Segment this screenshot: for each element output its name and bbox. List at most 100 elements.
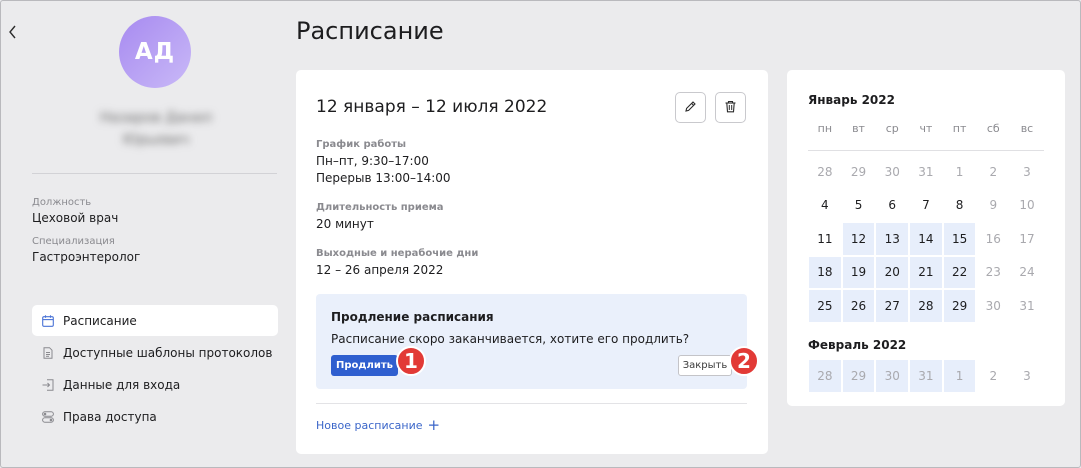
extend-button[interactable]: Продлить	[331, 355, 398, 376]
sidebar-item-access-rights[interactable]: Права доступа	[32, 401, 278, 432]
calendar-day[interactable]: 31	[1010, 289, 1044, 323]
calendar-day[interactable]: 10	[1010, 189, 1044, 223]
days-off-value: 12 – 26 апреля 2022	[316, 263, 444, 277]
calendar-day[interactable]: 11	[808, 222, 842, 256]
login-icon	[42, 378, 54, 391]
weekday-divider	[808, 150, 1044, 151]
specialization-label: Специализация	[32, 236, 115, 247]
new-schedule-link[interactable]: Новое расписание +	[316, 416, 441, 434]
calendar-day[interactable]: 18	[809, 256, 841, 288]
calendar-day[interactable]: 12	[842, 223, 875, 255]
schedule-card: 12 января – 12 июля 2022 График работы П…	[296, 70, 768, 454]
weekday-label: вт	[852, 122, 865, 135]
calendar-day[interactable]: 2	[976, 359, 1010, 393]
page-title: Расписание	[296, 17, 444, 45]
calendar-icon	[42, 314, 54, 327]
calendar-day[interactable]: 13	[876, 223, 909, 255]
calendar-day[interactable]: 28	[808, 155, 842, 189]
extension-notice: Продление расписания Расписание скоро за…	[316, 294, 747, 389]
chevron-left-icon[interactable]	[8, 25, 22, 43]
break-value: Перерыв 13:00–14:00	[316, 171, 451, 185]
sidebar-item-login-data[interactable]: Данные для входа	[32, 369, 278, 400]
calendar-card: Январь 2022 пн вт ср чт пт сб вс 28 29 30 3…	[787, 70, 1065, 406]
app-window: АД Назаров Данил Юрьевич Должность Цехов…	[0, 0, 1081, 468]
calendar-day[interactable]: 21	[910, 256, 942, 288]
sidebar-item-templates[interactable]: Доступные шаблоны протоколов	[32, 337, 278, 368]
calendar-day[interactable]: 28	[809, 360, 841, 392]
sidebar-item-label: Права доступа	[63, 409, 157, 424]
calendar-day[interactable]: 7	[909, 189, 943, 223]
calendar-day[interactable]: 26	[842, 290, 875, 322]
duration-label: Длительность приема	[316, 202, 444, 213]
calendar-day[interactable]: 3	[1010, 155, 1044, 189]
sidebar-item-label: Данные для входа	[63, 377, 181, 392]
calendar-day[interactable]: 28	[910, 290, 942, 322]
notice-text: Расписание скоро заканчивается, хотите е…	[331, 332, 690, 346]
calendar-day[interactable]: 29	[943, 290, 976, 322]
calendar-day[interactable]: 30	[876, 360, 909, 392]
trash-icon	[724, 98, 737, 117]
avatar: АД	[119, 16, 191, 88]
calendar-day[interactable]: 31	[910, 360, 942, 392]
calendar-day[interactable]: 22	[943, 256, 976, 288]
calendar-day[interactable]: 16	[976, 222, 1010, 256]
sidebar-item-schedule[interactable]: Расписание	[32, 305, 278, 336]
weekday-label: ср	[885, 122, 899, 135]
calendar-day[interactable]: 5	[842, 189, 876, 223]
user-name: Назаров Данил Юрьевич	[61, 107, 251, 151]
calendar-day[interactable]: 20	[876, 256, 909, 288]
calendar-grid-january: 28 29 30 31 1 2 3 4 5 6 7 8 9 10 11 12 13 14 15 16 17 18 19 20 2…	[808, 155, 1044, 323]
edit-button[interactable]	[675, 92, 706, 123]
calendar-day[interactable]: 3	[1010, 359, 1044, 393]
calendar-day[interactable]: 29	[842, 360, 875, 392]
user-name-line: Назаров Данил	[100, 110, 212, 126]
calendar-day[interactable]: 17	[1010, 222, 1044, 256]
calendar-day[interactable]: 25	[809, 290, 841, 322]
calendar-day[interactable]: 8	[943, 189, 977, 223]
calendar-day[interactable]: 14	[910, 223, 942, 255]
new-schedule-label: Новое расписание	[316, 419, 423, 432]
calendar-day[interactable]: 27	[876, 290, 909, 322]
calendar-day[interactable]: 30	[875, 155, 909, 189]
calendar-grid-february: 28 29 30 31 1 2 3	[808, 359, 1044, 393]
month-title-february: Февраль 2022	[808, 338, 907, 352]
weekday-header: пн вт ср чт пт сб вс	[808, 122, 1044, 135]
callout-marker-1: 1	[396, 346, 426, 376]
schedule-period: 12 января – 12 июля 2022	[316, 97, 548, 117]
calendar-day[interactable]: 2	[976, 155, 1010, 189]
notice-title: Продление расписания	[331, 310, 494, 324]
calendar-day[interactable]: 19	[842, 256, 875, 288]
card-divider	[316, 403, 747, 404]
calendar-day[interactable]: 23	[976, 256, 1010, 290]
calendar-day[interactable]: 1	[943, 360, 976, 392]
weekday-label: сб	[986, 122, 1000, 135]
specialization-value: Гастроэнтеролог	[32, 250, 141, 264]
calendar-day[interactable]: 31	[909, 155, 943, 189]
calendar-day[interactable]: 1	[943, 155, 977, 189]
sidebar-menu: Расписание Доступные шаблоны протоколов …	[32, 305, 278, 433]
delete-button[interactable]	[715, 92, 746, 123]
days-off-label: Выходные и нерабочие дни	[316, 248, 479, 259]
user-name-line: Юрьевич	[122, 132, 190, 148]
weekday-label: пн	[817, 122, 833, 135]
sidebar-item-label: Расписание	[63, 313, 137, 328]
calendar-day[interactable]: 4	[808, 189, 842, 223]
calendar-day[interactable]: 15	[943, 223, 976, 255]
sidebar-divider	[32, 173, 277, 174]
plus-icon: +	[427, 416, 441, 434]
calendar-day[interactable]: 24	[1010, 256, 1044, 290]
position-value: Цеховой врач	[32, 211, 119, 225]
calendar-day[interactable]: 30	[976, 289, 1010, 323]
pencil-icon	[684, 98, 697, 117]
calendar-day[interactable]: 6	[875, 189, 909, 223]
callout-marker-2: 2	[729, 346, 759, 376]
work-schedule-label: График работы	[316, 139, 407, 150]
close-notice-button[interactable]: Закрыть	[678, 355, 732, 376]
weekday-label: вс	[1020, 122, 1034, 135]
sidebar-item-label: Доступные шаблоны протоколов	[63, 345, 273, 360]
calendar-day[interactable]: 29	[842, 155, 876, 189]
weekday-label: пт	[952, 122, 967, 135]
month-title-january: Январь 2022	[808, 93, 895, 107]
weekday-label: чт	[919, 122, 933, 135]
calendar-day[interactable]: 9	[976, 189, 1010, 223]
